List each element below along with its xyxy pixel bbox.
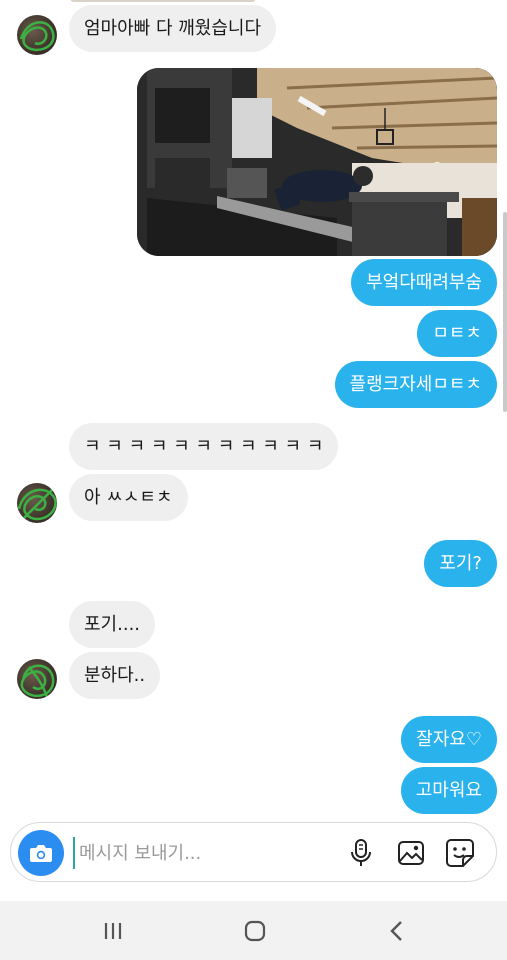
outgoing-message[interactable]: 부엌다때려부숨 — [351, 259, 497, 306]
home-button[interactable] — [239, 915, 271, 947]
incoming-message[interactable]: 엄마아빠 다 깨웠습니다 — [69, 5, 277, 52]
gallery-icon — [398, 841, 424, 865]
recent-apps-button[interactable] — [97, 915, 129, 947]
sticker-icon — [446, 839, 474, 867]
microphone-icon — [351, 839, 371, 866]
avatar-scribble — [20, 664, 55, 698]
camera-button[interactable] — [18, 830, 64, 876]
message-input[interactable] — [73, 837, 333, 869]
incoming-message[interactable]: 분하다.. — [69, 652, 161, 699]
camera-icon — [30, 845, 52, 862]
back-button[interactable] — [381, 915, 413, 947]
system-navigation-bar — [0, 901, 507, 960]
avatar[interactable] — [17, 659, 57, 699]
avatar[interactable] — [17, 483, 57, 523]
outgoing-message[interactable]: 포기? — [424, 540, 497, 587]
avatar-scribble — [17, 488, 57, 521]
outgoing-message[interactable]: 잘자요♡ — [401, 716, 497, 763]
recent-apps-icon — [104, 923, 122, 939]
outgoing-message[interactable]: ㅁㅌㅊ — [417, 310, 497, 357]
gallery-button[interactable] — [395, 837, 427, 869]
scrollbar[interactable] — [503, 212, 507, 412]
avatar[interactable] — [17, 15, 57, 55]
shared-photo[interactable] — [137, 68, 497, 256]
previous-media-edge — [70, 0, 256, 2]
outgoing-message[interactable]: 플랭크자세ㅁㅌㅊ — [334, 361, 497, 408]
kitchen-photo-image — [137, 68, 497, 256]
microphone-button[interactable] — [345, 837, 377, 869]
avatar-scribble — [19, 21, 55, 52]
outgoing-message[interactable]: 고마워요 — [400, 767, 497, 814]
chat-thread[interactable]: 엄마아빠 다 깨웠습니다 부엌다때려부숨 ㅁㅌㅊ 플랭크자세ㅁㅌㅊ ㅋ ㅋ ㅋ … — [0, 0, 507, 815]
message-composer — [10, 822, 497, 882]
back-icon — [390, 921, 402, 941]
home-icon — [244, 920, 266, 942]
sticker-button[interactable] — [444, 837, 476, 869]
incoming-message[interactable]: ㅋ ㅋ ㅋ ㅋ ㅋ ㅋ ㅋ ㅋ ㅋ ㅋ ㅋ — [69, 423, 339, 470]
incoming-message[interactable]: 포기.... — [69, 601, 156, 648]
incoming-message[interactable]: 아 ㅆㅅㅌㅊ — [69, 474, 188, 521]
